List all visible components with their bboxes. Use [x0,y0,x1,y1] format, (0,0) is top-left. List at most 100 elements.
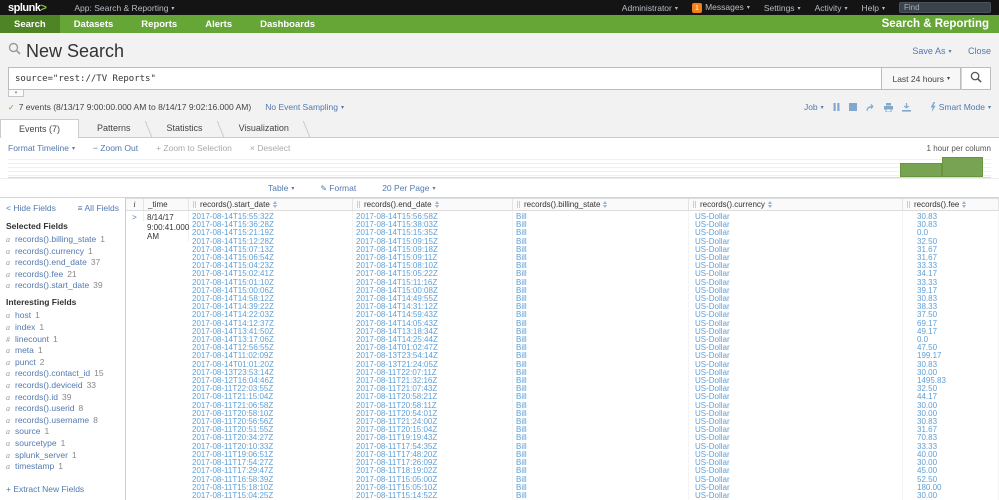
fee-value[interactable]: 31.67 [903,246,998,254]
start-date-value[interactable]: 2017-08-14T14:22:03Z [189,311,352,319]
fee-value[interactable]: 30.00 [903,402,998,410]
event-sampling-menu[interactable]: No Event Sampling [265,102,344,112]
export-icon[interactable] [901,102,911,112]
field-link[interactable]: a records().username 8 [6,415,119,425]
sort-icon[interactable] [603,201,608,208]
currency-value[interactable]: US-Dollar [689,361,902,369]
column-grip-icon[interactable] [517,201,520,208]
fee-value[interactable]: 32.50 [903,385,998,393]
billing-state-value[interactable]: Bill [513,311,688,319]
end-date-value[interactable]: 2017-08-11T15:14:52Z [353,492,512,500]
end-date-value[interactable]: 2017-08-14T14:05:43Z [353,320,512,328]
fee-value[interactable]: 30.83 [903,295,998,303]
print-icon[interactable] [883,102,893,112]
messages-menu[interactable]: 1 Messages [691,2,750,13]
billing-state-value[interactable]: Bill [513,459,688,467]
end-date-value[interactable]: 2017-08-14T15:11:16Z [353,279,512,287]
billing-state-value[interactable]: Bill [513,287,688,295]
billing-state-value[interactable]: Bill [513,262,688,270]
billing-state-value[interactable]: Bill [513,418,688,426]
all-fields-button[interactable]: All Fields [78,203,119,213]
column-header-end-date[interactable]: records().end_date [353,199,513,210]
search-mode-selector[interactable]: Smart Mode [939,102,991,112]
end-date-value[interactable]: 2017-08-11T21:32:16Z [353,377,512,385]
column-header-start-date[interactable]: records().start_date [189,199,353,210]
start-date-value[interactable]: 2017-08-14T01:01:20Z [189,361,352,369]
billing-state-value[interactable]: Bill [513,426,688,434]
field-link[interactable]: a records().start_date 39 [6,281,119,291]
end-date-value[interactable]: 2017-08-14T15:09:11Z [353,254,512,262]
nav-item-datasets[interactable]: Datasets [60,15,128,33]
start-date-value[interactable]: 2017-08-14T12:56:55Z [189,344,352,352]
currency-value[interactable]: US-Dollar [689,434,902,442]
help-menu[interactable]: Help [862,3,886,13]
start-date-value[interactable]: 2017-08-14T15:36:28Z [189,221,352,229]
extract-new-fields-link[interactable]: + Extract New Fields [6,484,84,494]
start-date-value[interactable]: 2017-08-11T20:10:33Z [189,443,352,451]
currency-value[interactable]: US-Dollar [689,385,902,393]
currency-value[interactable]: US-Dollar [689,476,902,484]
end-date-value[interactable]: 2017-08-11T20:58:11Z [353,402,512,410]
user-menu[interactable]: Administrator [622,3,678,13]
start-date-value[interactable]: 2017-08-14T15:12:28Z [189,238,352,246]
field-link[interactable]: a host 1 [6,311,119,321]
billing-state-value[interactable]: Bill [513,295,688,303]
currency-value[interactable]: US-Dollar [689,467,902,475]
billing-state-value[interactable]: Bill [513,246,688,254]
fee-value[interactable]: 31.67 [903,254,998,262]
settings-menu[interactable]: Settings [764,3,801,13]
billing-state-value[interactable]: Bill [513,451,688,459]
column-header-fee[interactable]: records().fee [903,199,999,210]
field-link[interactable]: a source 1 [6,427,119,437]
fee-value[interactable]: 0.0 [903,336,998,344]
start-date-value[interactable]: 2017-08-14T11:02:09Z [189,352,352,360]
column-grip-icon[interactable] [693,201,696,208]
end-date-value[interactable]: 2017-08-14T01:02:47Z [353,344,512,352]
sort-icon[interactable] [767,201,772,208]
search-query-input[interactable] [8,67,882,90]
currency-value[interactable]: US-Dollar [689,377,902,385]
field-link[interactable]: a splunk_server 1 [6,450,119,460]
start-date-value[interactable]: 2017-08-14T15:01:10Z [189,279,352,287]
start-date-value[interactable]: 2017-08-11T20:56:56Z [189,418,352,426]
splunk-logo[interactable]: splunk> [8,2,47,14]
time-range-picker[interactable]: Last 24 hours [881,67,961,90]
start-date-value[interactable]: 2017-08-13T23:53:14Z [189,369,352,377]
field-link[interactable]: a punct 2 [6,357,119,367]
billing-state-value[interactable]: Bill [513,320,688,328]
end-date-value[interactable]: 2017-08-14T15:09:15Z [353,238,512,246]
column-header-currency[interactable]: records().currency [689,199,903,210]
end-date-value[interactable]: 2017-08-14T14:31:12Z [353,303,512,311]
stop-icon[interactable] [848,103,857,111]
currency-value[interactable]: US-Dollar [689,246,902,254]
start-date-value[interactable]: 2017-08-14T14:12:37Z [189,320,352,328]
billing-state-value[interactable]: Bill [513,467,688,475]
fee-value[interactable]: 40.00 [903,451,998,459]
fee-value[interactable]: 32.50 [903,238,998,246]
field-link[interactable]: a records().userid 8 [6,404,119,414]
share-icon[interactable] [866,103,875,112]
start-date-value[interactable]: 2017-08-12T16:04:46Z [189,377,352,385]
fee-value[interactable]: 45.00 [903,467,998,475]
currency-value[interactable]: US-Dollar [689,443,902,451]
billing-state-value[interactable]: Bill [513,213,688,221]
billing-state-value[interactable]: Bill [513,434,688,442]
currency-value[interactable]: US-Dollar [689,229,902,237]
fee-value[interactable]: 33.33 [903,443,998,451]
pause-icon[interactable] [833,103,840,111]
timeline-bar[interactable] [900,163,942,177]
billing-state-value[interactable]: Bill [513,361,688,369]
start-date-value[interactable]: 2017-08-14T15:04:23Z [189,262,352,270]
billing-state-value[interactable]: Bill [513,484,688,492]
currency-value[interactable]: US-Dollar [689,221,902,229]
fee-value[interactable]: 70.83 [903,434,998,442]
fee-value[interactable]: 52.50 [903,476,998,484]
fee-value[interactable]: 33.33 [903,279,998,287]
field-link[interactable]: a records().id 39 [6,392,119,402]
field-link[interactable]: a records().currency 1 [6,246,119,256]
sort-icon[interactable] [962,201,967,208]
field-link[interactable]: a records().end_date 37 [6,258,119,268]
billing-state-value[interactable]: Bill [513,328,688,336]
sort-icon[interactable] [272,201,277,208]
search-assistant-toggle[interactable] [8,90,24,97]
